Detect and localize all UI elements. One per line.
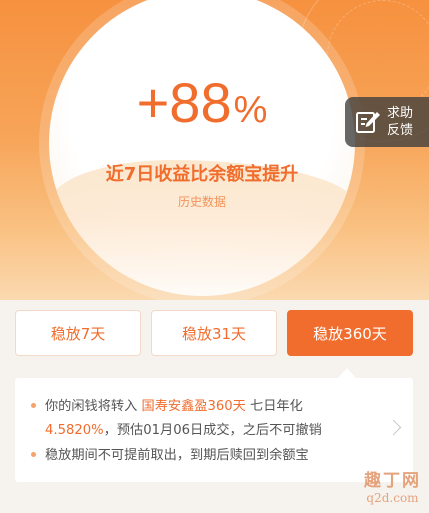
settlement-text: ，预估01月06日成交，之后不可撤销 — [103, 423, 322, 438]
info-line-3: 稳放期间不可提前取出，到期后赎回到余额宝 — [45, 448, 309, 463]
bullet-dot — [31, 403, 36, 408]
watermark: 趣丁网 q2d.com — [364, 466, 421, 505]
yield-percent-symbol: % — [233, 89, 268, 131]
term-tabs: 稳放7天 稳放31天 稳放360天 — [15, 310, 413, 356]
help-label-line1: 求助 — [387, 106, 414, 121]
help-feedback-label: 求助 反馈 — [387, 105, 413, 139]
edit-feedback-icon — [356, 112, 380, 133]
yield-percent: +88% — [49, 75, 355, 131]
info-suffix: 七日年化 — [250, 399, 303, 414]
help-feedback-button[interactable]: 求助 反馈 — [345, 97, 429, 147]
info-line-2: 4.5820%，预估01月06日成交，之后不可撤销 — [45, 419, 322, 438]
tab-360-days[interactable]: 稳放360天 — [287, 310, 413, 356]
watermark-title: 趣丁网 — [364, 471, 421, 491]
product-name: 国寿安鑫盈360天 — [141, 399, 246, 414]
watermark-domain: q2d.com — [366, 491, 419, 505]
info-line-1: 你的闲钱将转入 国寿安鑫盈360天 七日年化 — [45, 395, 303, 414]
yield-circle: +88% 近7日收益比余额宝提升 历史数据 — [49, 0, 355, 296]
bullet-dot — [31, 452, 36, 457]
yield-percent-value: +88 — [136, 71, 232, 134]
product-info-card[interactable]: 你的闲钱将转入 国寿安鑫盈360天 七日年化 4.5820%，预估01月06日成… — [15, 378, 413, 482]
annual-rate: 4.5820% — [45, 423, 104, 438]
tab-31-days[interactable]: 稳放31天 — [151, 310, 277, 356]
history-note: 历史数据 — [177, 195, 226, 209]
yield-subtitle: 近7日收益比余额宝提升 — [105, 164, 299, 185]
tab-pointer — [338, 368, 356, 378]
hero-banner: +88% 近7日收益比余额宝提升 历史数据 — [0, 0, 429, 300]
info-prefix: 你的闲钱将转入 — [45, 399, 138, 414]
help-label-line2: 反馈 — [387, 123, 414, 138]
tab-7-days[interactable]: 稳放7天 — [15, 310, 141, 356]
chevron-right-icon — [385, 419, 402, 436]
